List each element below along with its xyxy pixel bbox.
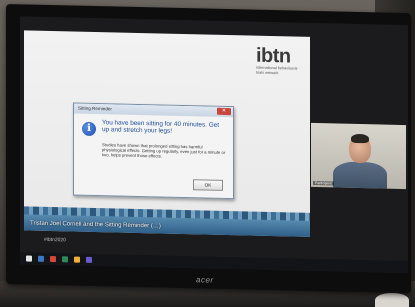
participant-video[interactable]: Participant (311, 122, 406, 190)
taskbar-app-icon[interactable] (74, 256, 80, 263)
ok-button[interactable]: OK (193, 179, 223, 191)
taskbar-app-icon[interactable] (86, 256, 92, 263)
sitting-reminder-dialog: Sitting Reminder ✕ i You have been sitti… (73, 102, 234, 200)
start-icon[interactable] (26, 255, 32, 262)
brand-tagline: international behavioural trials network (256, 65, 298, 75)
brand-logo: ibtn (256, 44, 291, 68)
screen: ibtn international behavioural trials ne… (20, 16, 408, 274)
dialog-title: Sitting Reminder (78, 105, 112, 112)
slide-hashtag: #ibtn2020 (44, 236, 66, 244)
close-button[interactable]: ✕ (217, 107, 231, 116)
participant-body (333, 161, 387, 190)
brand-block: ibtn international behavioural trials ne… (256, 44, 300, 76)
presentation-slide: ibtn international behavioural trials ne… (24, 30, 310, 237)
participant-name: Participant (313, 180, 334, 186)
dialog-body: Studies have shown that prolonged sittin… (102, 142, 226, 159)
monitor: ibtn international behavioural trials ne… (6, 4, 411, 294)
dialog-headline: You have been sitting for 40 minutes. Ge… (102, 119, 219, 136)
participant-hair (351, 133, 369, 144)
dialog-titlebar: Sitting Reminder ✕ (74, 103, 233, 118)
cup (375, 293, 409, 307)
taskbar-app-icon[interactable] (38, 255, 44, 262)
taskbar-app-icon[interactable] (62, 256, 68, 263)
monitor-brand-logo: acer (196, 275, 214, 285)
info-icon: i (82, 121, 96, 137)
taskbar (20, 252, 408, 274)
taskbar-app-icon[interactable] (50, 255, 56, 263)
